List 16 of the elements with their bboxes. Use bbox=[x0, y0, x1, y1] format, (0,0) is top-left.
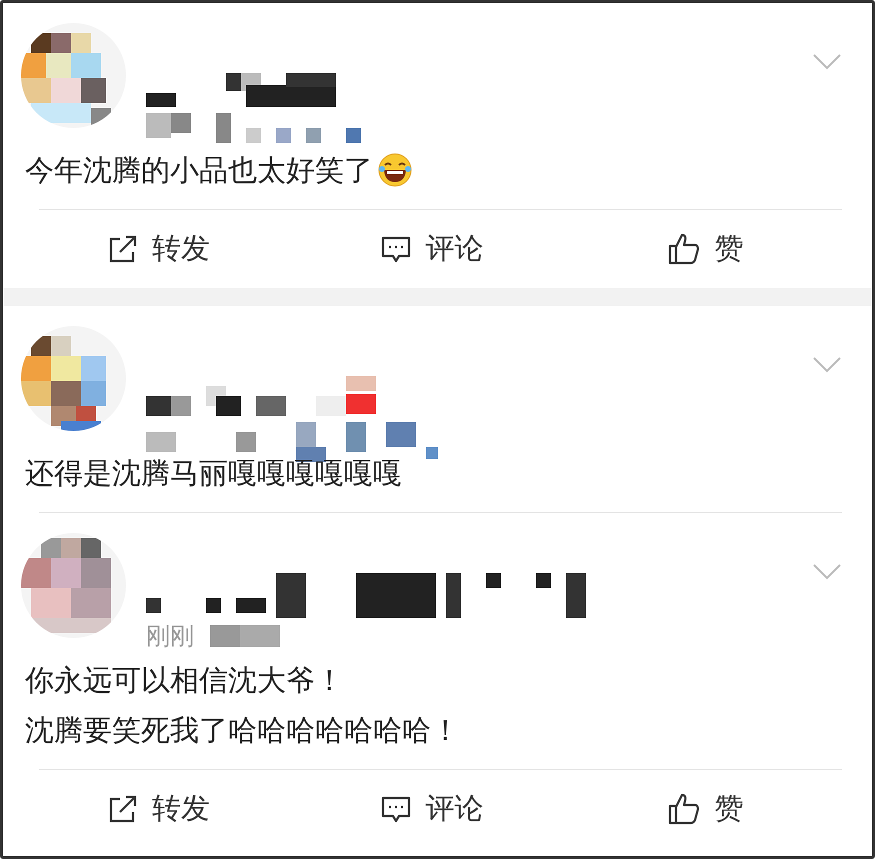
comment-button[interactable]: 评论 bbox=[294, 227, 568, 271]
post-text: 还得是沈腾马丽嘎嘎嘎嘎嘎嘎 bbox=[25, 455, 402, 492]
like-button[interactable]: 赞 bbox=[568, 227, 842, 271]
chevron-down-icon[interactable] bbox=[812, 53, 842, 71]
chevron-down-icon[interactable] bbox=[812, 563, 842, 581]
post-text: 今年沈腾的小品也太好笑了 bbox=[25, 152, 373, 189]
repost-button[interactable]: 转发 bbox=[21, 227, 295, 271]
post-text: 沈腾要笑死我了哈哈哈哈哈哈哈！ bbox=[25, 712, 460, 749]
comment-button[interactable]: 评论 bbox=[294, 787, 568, 831]
repost-button[interactable]: 转发 bbox=[21, 787, 295, 831]
thumbs-up-icon bbox=[666, 792, 701, 826]
like-button[interactable]: 赞 bbox=[568, 787, 842, 831]
post-time: 刚刚 bbox=[146, 624, 194, 648]
chevron-down-icon[interactable] bbox=[812, 356, 842, 374]
thumbs-up-icon bbox=[666, 232, 701, 266]
post-text: 你永远可以相信沈大爷！ bbox=[25, 662, 344, 699]
